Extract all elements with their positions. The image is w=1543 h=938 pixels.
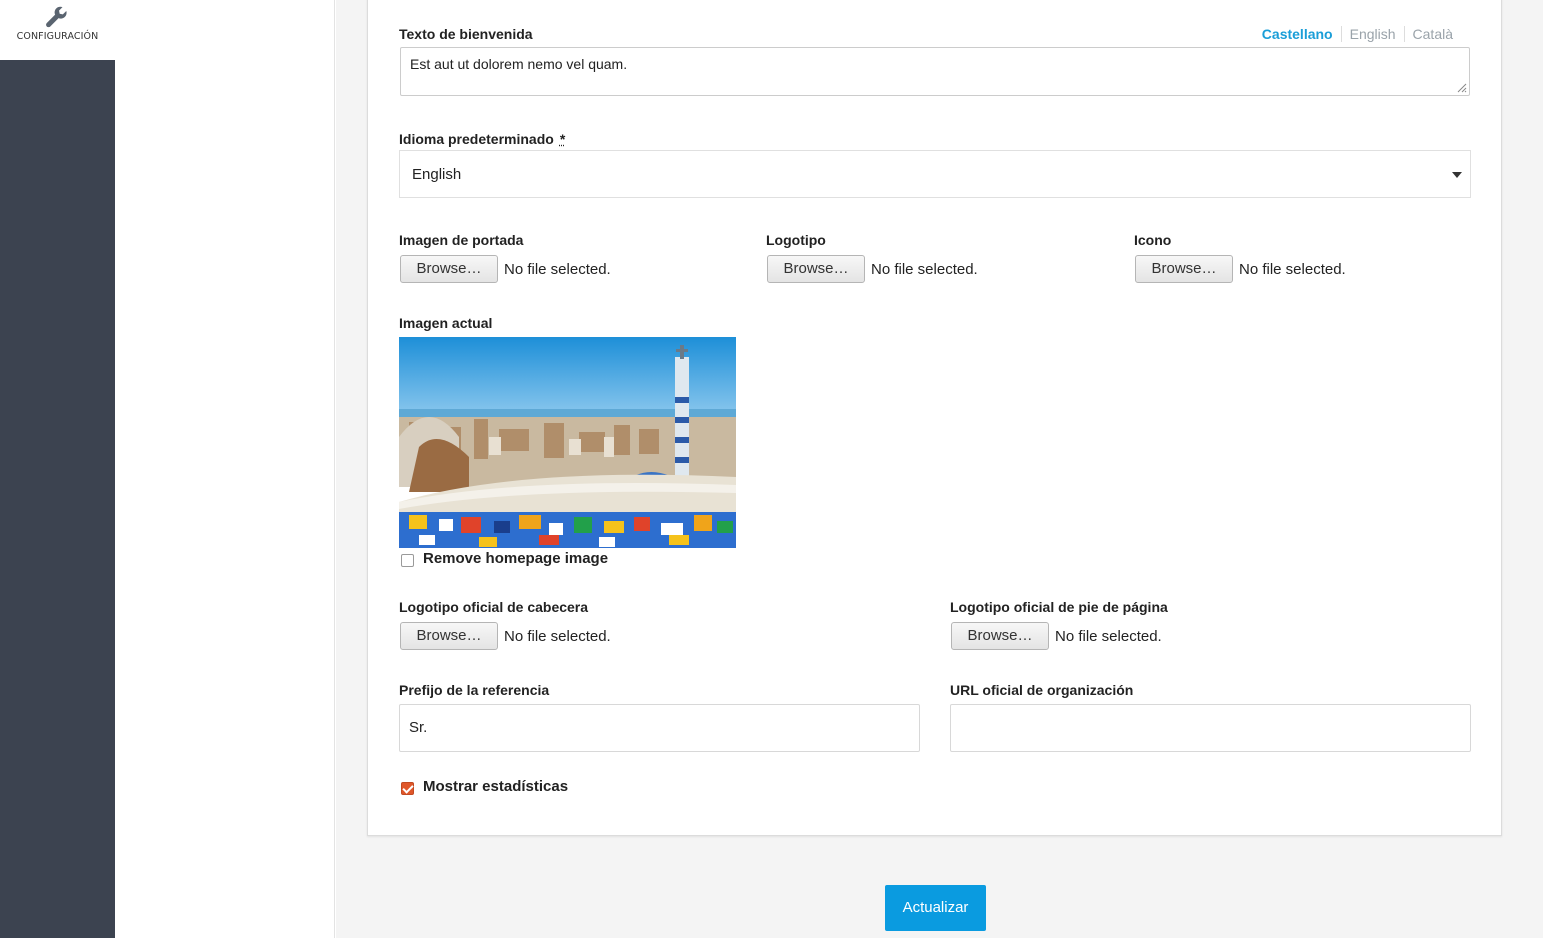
header-logo-status: No file selected.	[504, 627, 611, 645]
tab-english[interactable]: English	[1340, 26, 1404, 42]
barcelona-park-guell-image	[399, 337, 736, 548]
current-image-label: Imagen actual	[399, 315, 493, 331]
default-language-value: English	[412, 166, 462, 183]
update-button[interactable]: Actualizar	[885, 885, 986, 931]
cover-image-label: Imagen de portada	[399, 232, 524, 248]
tab-catala[interactable]: Català	[1403, 26, 1461, 42]
wrench-icon	[46, 6, 67, 28]
footer-logo-file-input: Browse… No file selected.	[951, 622, 1162, 650]
reference-prefix-input[interactable]: Sr.	[399, 704, 920, 752]
sidebar-item-configuracion[interactable]: CONFIGURACIÓN	[0, 0, 115, 60]
header-logo-label: Logotipo oficial de cabecera	[399, 599, 589, 615]
sidebar-item-label: CONFIGURACIÓN	[16, 31, 99, 42]
secondary-column	[115, 0, 335, 938]
resize-grip-icon[interactable]	[1457, 83, 1467, 93]
logo-label: Logotipo	[766, 232, 826, 248]
welcome-text-label: Texto de bienvenida	[399, 26, 533, 42]
current-homepage-image	[399, 337, 736, 548]
default-language-label: Idioma predeterminado *	[399, 131, 566, 147]
cover-image-browse-button[interactable]: Browse…	[400, 255, 498, 283]
organization-url-label: URL oficial de organización	[950, 682, 1134, 698]
icon-label: Icono	[1134, 232, 1172, 248]
reference-prefix-value: Sr.	[409, 719, 428, 736]
remove-homepage-image-checkbox[interactable]	[401, 554, 414, 567]
icon-file-input: Browse… No file selected.	[1135, 255, 1346, 283]
welcome-text-textarea[interactable]: Est aut ut dolorem nemo vel quam.	[400, 47, 1470, 96]
show-stats-label[interactable]: Mostrar estadísticas	[423, 778, 568, 795]
header-logo-browse-button[interactable]: Browse…	[400, 622, 498, 650]
footer-logo-label: Logotipo oficial de pie de página	[950, 599, 1168, 615]
footer-logo-status: No file selected.	[1055, 627, 1162, 645]
logo-browse-button[interactable]: Browse…	[767, 255, 865, 283]
main-sidebar: CONFIGURACIÓN	[0, 0, 115, 938]
organization-url-input[interactable]	[950, 704, 1471, 752]
logo-status: No file selected.	[871, 260, 978, 278]
main-content: Texto de bienvenida Castellano English C…	[336, 0, 1543, 938]
icon-browse-button[interactable]: Browse…	[1135, 255, 1233, 283]
default-language-select[interactable]: English	[399, 150, 1471, 198]
remove-homepage-image-label[interactable]: Remove homepage image	[423, 550, 608, 567]
icon-status: No file selected.	[1239, 260, 1346, 278]
welcome-text-value: Est aut ut dolorem nemo vel quam.	[410, 56, 628, 72]
reference-prefix-label: Prefijo de la referencia	[399, 682, 550, 698]
tab-castellano[interactable]: Castellano	[1254, 26, 1341, 42]
cover-image-status: No file selected.	[504, 260, 611, 278]
language-tabs: Castellano English Català	[1254, 26, 1461, 42]
footer-logo-browse-button[interactable]: Browse…	[951, 622, 1049, 650]
header-logo-file-input: Browse… No file selected.	[400, 622, 611, 650]
required-mark: *	[559, 131, 566, 147]
cover-image-file-input: Browse… No file selected.	[400, 255, 611, 283]
caret-down-icon	[1452, 172, 1462, 178]
settings-form-panel: Texto de bienvenida Castellano English C…	[367, 0, 1502, 836]
show-stats-checkbox[interactable]	[401, 782, 414, 795]
logo-file-input: Browse… No file selected.	[767, 255, 978, 283]
